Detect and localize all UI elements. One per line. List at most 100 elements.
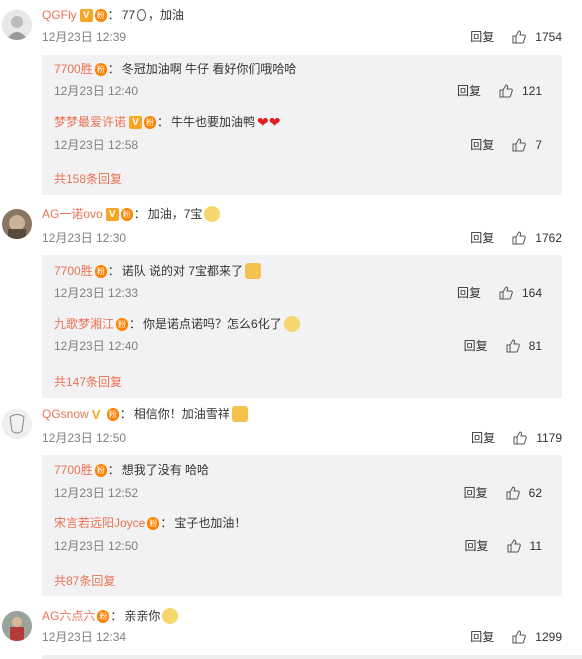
colon: ： bbox=[129, 317, 142, 331]
thumb-up-icon bbox=[512, 231, 527, 245]
avatar[interactable] bbox=[2, 409, 32, 439]
like-count: 11 bbox=[529, 539, 542, 553]
reply-text: 想我了没有 哈哈 bbox=[121, 463, 210, 477]
verified-icon: V bbox=[91, 406, 101, 422]
thumb-up-icon bbox=[507, 539, 521, 553]
username[interactable]: 7700胜 bbox=[54, 461, 93, 479]
colon: ： bbox=[107, 264, 120, 278]
timestamp: 12月23日 12:40 bbox=[54, 84, 139, 98]
colon: ： bbox=[107, 463, 120, 477]
colon: ： bbox=[107, 8, 120, 22]
thumb-up-icon bbox=[506, 486, 520, 500]
like-button[interactable]: 62 bbox=[506, 485, 542, 501]
username[interactable]: QGFly bbox=[42, 6, 77, 24]
colon: ： bbox=[119, 407, 132, 421]
reply-button[interactable]: 回复 bbox=[465, 538, 489, 554]
thumb-up-icon bbox=[499, 286, 513, 300]
more-replies-link[interactable]: 共147条回复 bbox=[54, 373, 122, 390]
reply-button[interactable]: 回复 bbox=[464, 338, 488, 354]
more-replies-link[interactable]: 共158条回复 bbox=[54, 170, 122, 187]
like-button[interactable]: 1762 bbox=[512, 230, 562, 246]
fan-badge-icon: 粉 bbox=[144, 115, 157, 129]
username[interactable]: 九歌梦湘江 bbox=[54, 315, 114, 333]
colon: ： bbox=[107, 62, 120, 76]
verified-icon: V bbox=[105, 207, 119, 221]
thumbs-up-emoji-icon bbox=[231, 406, 248, 422]
reply-text: 你是诺点诺吗？怎么6化了 bbox=[143, 317, 282, 331]
egg-icon bbox=[137, 9, 147, 21]
thumb-up-icon bbox=[512, 138, 527, 152]
reply-box: 7700胜 粉 ： 冬冠加油啊 牛仔 看好你们哦哈哈 12月23日 12:40 … bbox=[42, 55, 562, 195]
like-count: 1179 bbox=[536, 431, 562, 445]
colon: ： bbox=[133, 207, 146, 221]
like-button[interactable]: 81 bbox=[506, 338, 542, 354]
fan-badge-icon: 粉 bbox=[94, 8, 107, 22]
username[interactable]: QGsnow bbox=[42, 405, 89, 423]
reply-button[interactable]: 回复 bbox=[457, 83, 481, 99]
thumb-up-icon bbox=[512, 30, 527, 44]
reply-button[interactable]: 回复 bbox=[457, 285, 481, 301]
reply-item: 7700胜 粉 ： 诺队 说的对 7宝都来了 12月23日 12:33 回复 1… bbox=[54, 262, 562, 312]
like-button[interactable]: 7 bbox=[512, 137, 542, 153]
divider bbox=[42, 655, 582, 659]
avatar[interactable] bbox=[2, 10, 32, 40]
username[interactable]: AG六点六 bbox=[42, 607, 95, 625]
timestamp: 12月23日 12:50 bbox=[42, 431, 127, 445]
kiss-emoji-icon bbox=[162, 608, 179, 624]
fan-badge-icon: 粉 bbox=[94, 463, 107, 477]
cat-emoji-icon bbox=[204, 206, 221, 222]
username[interactable]: 宋言若远阳Joyce bbox=[54, 514, 145, 532]
clap-emoji-icon bbox=[245, 263, 262, 279]
avatar[interactable] bbox=[2, 209, 32, 239]
like-button[interactable]: 121 bbox=[499, 83, 542, 99]
more-replies-link[interactable]: 共87条回复 bbox=[54, 572, 115, 589]
fan-badge-icon: 粉 bbox=[97, 609, 110, 623]
timestamp: 12月23日 12:30 bbox=[42, 231, 127, 245]
thumb-up-icon bbox=[512, 630, 527, 644]
reply-button[interactable]: 回复 bbox=[470, 230, 494, 246]
reply-text: 冬冠加油啊 牛仔 看好你们哦哈哈 bbox=[121, 62, 297, 76]
reply-text: 牛牛也要加油鸭 bbox=[171, 115, 256, 129]
reply-button[interactable]: 回复 bbox=[470, 137, 494, 153]
thumb-up-icon bbox=[513, 431, 527, 445]
comment-text-suffix: ，加油 bbox=[148, 8, 185, 22]
like-button[interactable]: 1299 bbox=[512, 629, 562, 645]
thinking-emoji-icon bbox=[283, 316, 300, 332]
like-count: 121 bbox=[521, 84, 542, 98]
fan-badge-icon: 粉 bbox=[94, 264, 107, 278]
verified-icon: V bbox=[129, 115, 143, 129]
like-count: 81 bbox=[528, 339, 542, 353]
comment-text: 加油，7宝 bbox=[147, 207, 203, 221]
comment-text: 相信你！加油雪祥 bbox=[133, 407, 230, 421]
username[interactable]: AG一诺ovo bbox=[42, 205, 103, 223]
username[interactable]: 7700胜 bbox=[54, 262, 93, 280]
fan-badge-icon: 粉 bbox=[116, 317, 129, 331]
reply-item: 宋言若远阳Joyce 粉 ： 宝子也加油！ 12月23日 12:50 回复 11 bbox=[54, 514, 562, 564]
reply-box: 7700胜 粉 ： 想我了没有 哈哈 12月23日 12:52 回复 62 宋言… bbox=[42, 455, 562, 596]
reply-button[interactable]: 回复 bbox=[464, 485, 488, 501]
username[interactable]: 7700胜 bbox=[54, 60, 93, 78]
like-button[interactable]: 11 bbox=[507, 538, 542, 554]
thumb-up-icon bbox=[499, 84, 513, 98]
reply-box: 7700胜 粉 ： 诺队 说的对 7宝都来了 12月23日 12:33 回复 1… bbox=[42, 255, 562, 398]
like-button[interactable]: 1754 bbox=[512, 29, 562, 45]
timestamp: 12月23日 12:39 bbox=[42, 30, 127, 44]
reply-button[interactable]: 回复 bbox=[471, 430, 495, 446]
avatar[interactable] bbox=[2, 611, 32, 641]
thumb-up-icon bbox=[506, 339, 520, 353]
fan-badge-icon: 粉 bbox=[147, 516, 160, 530]
like-count: 1299 bbox=[535, 630, 562, 644]
reply-button[interactable]: 回复 bbox=[470, 629, 494, 645]
username[interactable]: 梦梦最爱许诺 bbox=[54, 113, 126, 131]
timestamp: 12月23日 12:34 bbox=[42, 630, 127, 644]
reply-text: 诺队 说的对 7宝都来了 bbox=[121, 264, 244, 278]
timestamp: 12月23日 12:40 bbox=[54, 339, 139, 353]
timestamp: 12月23日 12:58 bbox=[54, 138, 139, 152]
fan-badge-icon: 粉 bbox=[94, 62, 107, 76]
colon: ： bbox=[160, 516, 173, 530]
like-button[interactable]: 164 bbox=[499, 285, 542, 301]
like-button[interactable]: 1179 bbox=[513, 430, 562, 446]
comment-text: 亲亲你 bbox=[124, 609, 161, 623]
reply-button[interactable]: 回复 bbox=[470, 29, 494, 45]
fan-badge-icon: 粉 bbox=[106, 407, 119, 421]
